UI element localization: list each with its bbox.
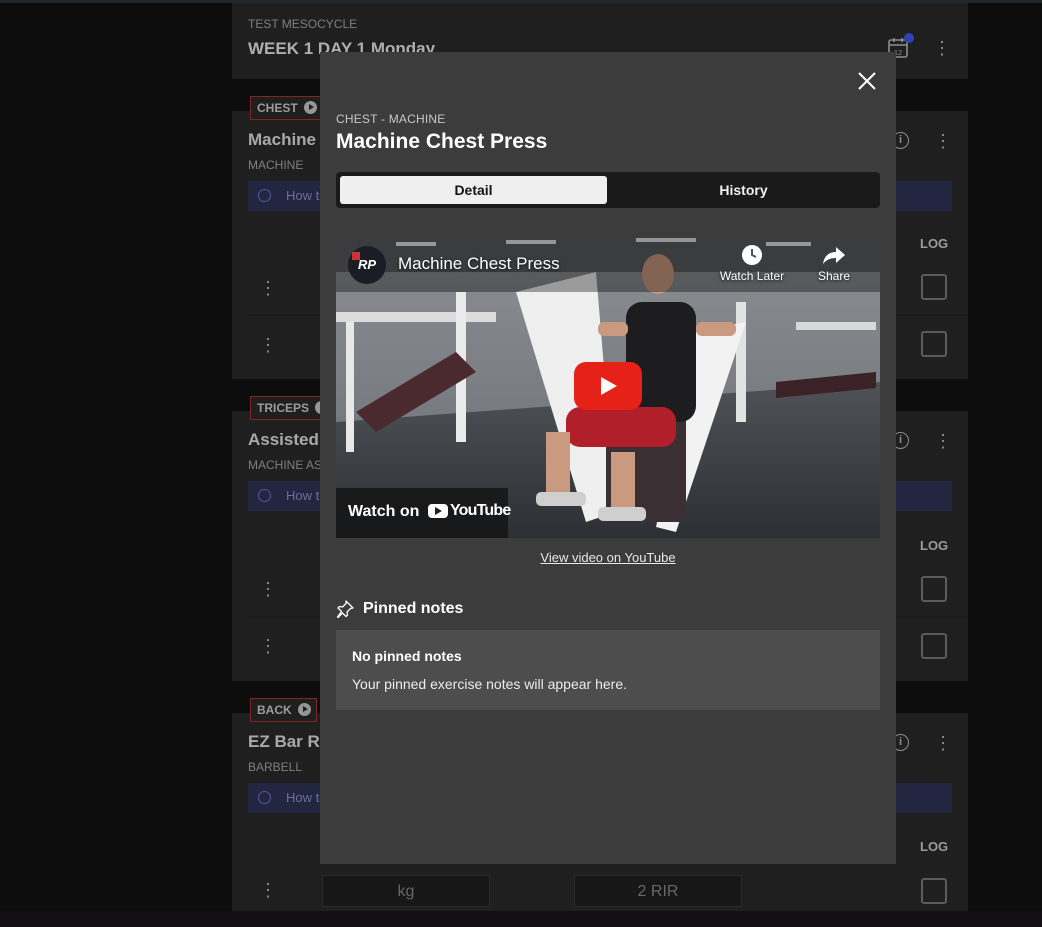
tab-detail[interactable]: Detail xyxy=(340,176,607,204)
pin-icon xyxy=(336,600,354,618)
close-icon[interactable] xyxy=(856,70,878,92)
exercise-detail-modal: CHEST - MACHINE Machine Chest Press Deta… xyxy=(320,52,896,864)
tab-bar: Detail History xyxy=(336,172,880,208)
modal-title: Machine Chest Press xyxy=(336,130,548,153)
empty-notes-title: No pinned notes xyxy=(352,648,462,664)
video-player[interactable]: RP Machine Chest Press Watch Later Share… xyxy=(336,232,880,538)
tab-history[interactable]: History xyxy=(611,176,876,204)
watch-on-youtube-button[interactable]: Watch on YouTube xyxy=(336,488,511,538)
watch-on-label: Watch on xyxy=(348,503,420,520)
share-icon xyxy=(823,247,845,264)
view-on-youtube-link[interactable]: View video on YouTube xyxy=(320,550,896,565)
share-button[interactable]: Share xyxy=(804,244,864,283)
video-title[interactable]: Machine Chest Press xyxy=(398,254,560,274)
clock-icon xyxy=(742,245,762,265)
watch-later-button[interactable]: Watch Later xyxy=(712,244,792,283)
empty-notes-text: Your pinned exercise notes will appear h… xyxy=(352,676,627,692)
watch-later-label: Watch Later xyxy=(719,269,785,283)
channel-logo[interactable]: RP xyxy=(348,246,386,284)
video-play-button[interactable] xyxy=(574,362,642,410)
exercise-category: CHEST - MACHINE xyxy=(336,112,446,126)
pinned-notes-empty-state: No pinned notes Your pinned exercise not… xyxy=(336,630,880,710)
pinned-notes-title: Pinned notes xyxy=(363,600,464,617)
share-label: Share xyxy=(817,269,851,283)
